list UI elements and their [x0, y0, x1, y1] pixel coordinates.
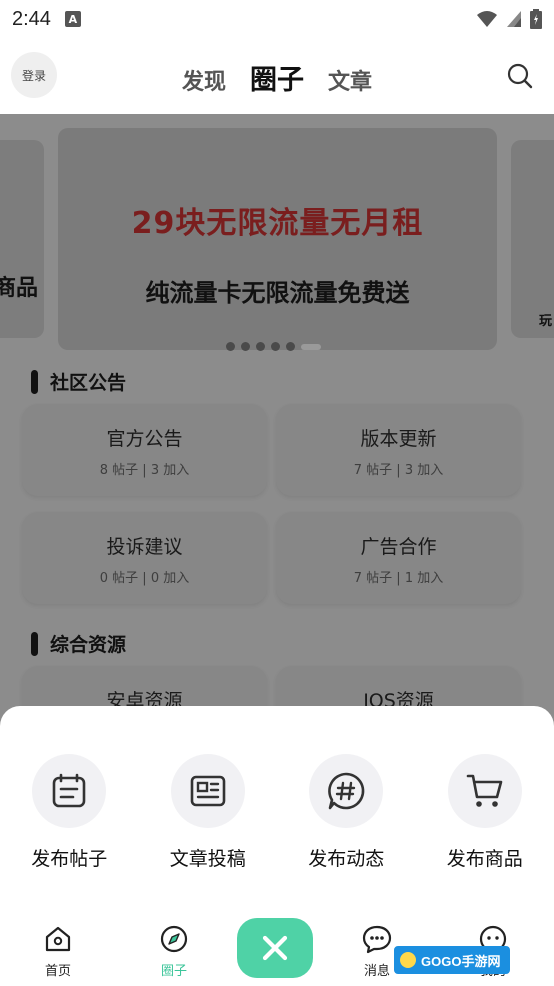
banner-subtitle: 纯流量卡无限流量免费送: [145, 279, 410, 307]
home-icon: [45, 926, 71, 952]
action-label: 发布商品: [446, 848, 523, 870]
chat-icon: [362, 925, 392, 954]
pagination-dot-active[interactable]: [301, 343, 321, 350]
banner-slide[interactable]: 29块无限流量无月租 纯流量卡无限流量免费送: [58, 128, 497, 350]
banner-pagination: [226, 342, 321, 351]
section-title-text: 综合资源: [50, 634, 127, 656]
tab-discover[interactable]: 发现: [182, 64, 226, 96]
banner-prev-text: 商品: [0, 276, 38, 301]
banner-next-text: 玩: [539, 314, 553, 329]
hashtag-icon: [328, 772, 365, 810]
close-icon: [262, 935, 288, 961]
banner-slide-prev[interactable]: 商品: [0, 140, 44, 338]
nav-item-circle[interactable]: 圈子: [134, 924, 214, 979]
status-time: 2:44: [12, 7, 51, 30]
circle-card[interactable]: 版本更新 7 帖子 | 3 加入: [276, 404, 521, 496]
section-title-text: 社区公告: [50, 372, 127, 394]
section-title: 社区公告: [31, 368, 126, 395]
action-icon-wrap: [447, 754, 522, 828]
publish-sheet: 发布帖子 文章投稿 发布动态 发布商品 首页 圈子 消息: [0, 706, 554, 986]
circle-name: 投诉建议: [106, 536, 183, 558]
nav-item-home[interactable]: 首页: [18, 924, 98, 979]
site-watermark: GOGO手游网: [394, 946, 510, 974]
pagination-dot[interactable]: [256, 342, 265, 351]
nav-label: 圈子: [160, 964, 187, 979]
circle-meta: 7 帖子 | 1 加入: [353, 571, 444, 586]
search-icon[interactable]: [506, 62, 534, 90]
cart-icon: [466, 774, 503, 807]
nav-label: 消息: [363, 964, 390, 979]
action-label: 发布动态: [308, 848, 385, 870]
action-label: 文章投稿: [169, 848, 246, 870]
circle-meta: 0 帖子 | 0 加入: [99, 571, 190, 586]
circle-meta: 8 帖子 | 3 加入: [99, 463, 190, 478]
action-icon-wrap: [170, 754, 245, 828]
section-marker: [31, 369, 38, 394]
action-label: 发布帖子: [31, 848, 108, 870]
publish-post-button[interactable]: 发布帖子: [0, 754, 139, 871]
circle-card[interactable]: 投诉建议 0 帖子 | 0 加入: [22, 512, 267, 604]
submit-article-button[interactable]: 文章投稿: [139, 754, 278, 871]
battery-icon: [530, 9, 542, 29]
article-icon: [190, 775, 226, 807]
banner-slide-next[interactable]: 玩: [511, 140, 554, 338]
publish-product-button[interactable]: 发布商品: [416, 754, 554, 871]
watermark-text: GOGO手游网: [421, 953, 501, 969]
circle-meta: 7 帖子 | 3 加入: [353, 463, 444, 478]
pagination-dot[interactable]: [271, 342, 280, 351]
tab-circle[interactable]: 圈子: [250, 58, 304, 97]
circle-card[interactable]: 广告合作 7 帖子 | 1 加入: [276, 512, 521, 604]
nav-label: 首页: [44, 964, 71, 979]
signal-icon: [507, 11, 521, 27]
tab-articles[interactable]: 文章: [328, 64, 372, 96]
pagination-dot[interactable]: [241, 342, 250, 351]
banner-title: 29块无限流量无月租: [131, 206, 424, 241]
watermark-logo-icon: [400, 952, 416, 968]
action-icon-wrap: [309, 754, 384, 828]
top-header: 登录 发现 圈子 文章: [0, 38, 554, 114]
action-icon-wrap: [32, 754, 107, 828]
top-tabs: 发现 圈子 文章: [0, 58, 554, 97]
notification-app-icon: A: [64, 11, 81, 27]
pagination-dot[interactable]: [286, 342, 295, 351]
section-title: 综合资源: [31, 630, 126, 657]
circle-card[interactable]: 官方公告 8 帖子 | 3 加入: [22, 404, 267, 496]
close-publish-button[interactable]: [237, 918, 313, 978]
circle-name: 版本更新: [360, 428, 437, 450]
status-bar: 2:44 A: [0, 0, 554, 38]
circle-name: 广告合作: [360, 536, 437, 558]
publish-actions: 发布帖子 文章投稿 发布动态 发布商品: [0, 754, 554, 871]
pagination-dot[interactable]: [226, 342, 235, 351]
publish-moment-button[interactable]: 发布动态: [277, 754, 416, 871]
wifi-icon: [477, 11, 497, 27]
calendar-icon: [52, 773, 86, 808]
compass-icon: [160, 925, 188, 953]
circle-name: 官方公告: [106, 428, 183, 450]
section-marker: [31, 631, 38, 656]
